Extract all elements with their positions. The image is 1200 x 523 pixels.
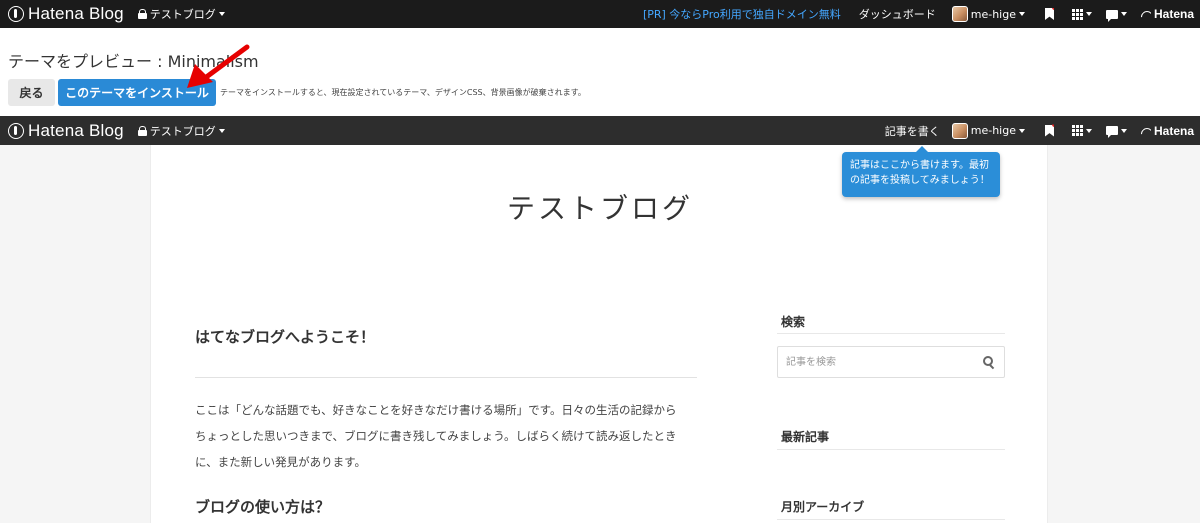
divider	[777, 449, 1005, 450]
preview-navbar: Hatena Blog テストブログ 記事を書く me-hige Hatena	[0, 116, 1200, 145]
search-box	[777, 346, 1005, 378]
hatena-label: Hatena	[1153, 7, 1194, 21]
hatena-blog-logo[interactable]: Hatena Blog	[0, 116, 124, 145]
notification-dot	[1051, 8, 1054, 10]
chevron-down-icon	[1018, 12, 1025, 16]
blog-selector-label: テストブログ	[149, 124, 216, 138]
entry-title[interactable]: はてなブログへようこそ！	[195, 326, 375, 347]
sidebar-archive-heading: 月別アーカイブ	[781, 500, 865, 514]
top-navbar: Hatena Blog テストブログ [PR] 今ならPro利用で独自ドメイン無…	[0, 0, 1200, 28]
divider	[777, 519, 1005, 520]
chevron-down-icon	[1018, 128, 1025, 133]
apps-grid-icon	[1071, 125, 1083, 136]
hatena-wave-icon	[1141, 10, 1151, 18]
hatena-blog-logo[interactable]: Hatena Blog	[0, 0, 124, 28]
notification-dot	[1051, 124, 1054, 127]
entry-line: ここは「どんな話題でも、好きなことを好きなだけ書ける場所」です。日々の生活の記録…	[195, 403, 677, 417]
avatar	[951, 6, 968, 22]
install-warning-text: テーマをインストールすると、現在設定されているテーマ、デザインCSS、背景画像が…	[220, 88, 586, 97]
search-input[interactable]	[786, 354, 976, 370]
chevron-down-icon	[218, 128, 225, 133]
blog-selector-label: テストブログ	[149, 8, 216, 21]
tooltip-line: の記事を投稿してみましょう！	[850, 175, 990, 186]
message-icon	[1105, 126, 1118, 138]
chevron-down-icon	[1085, 12, 1092, 16]
pro-promo-link[interactable]: [PR] 今ならPro利用で独自ドメイン無料	[643, 6, 841, 22]
back-button[interactable]: 戻る	[8, 79, 55, 106]
user-menu[interactable]: me-hige	[951, 122, 1025, 139]
hatena-label: Hatena	[1153, 123, 1194, 138]
blog-selector[interactable]: テストブログ	[137, 6, 225, 22]
divider	[195, 377, 697, 378]
dashboard-link[interactable]: ダッシュボード	[859, 6, 936, 22]
entry-line: ちょっとした思いつきまで、ブログに書き残してみましょう。しばらく続けて読み返した…	[195, 429, 677, 443]
messages-menu[interactable]	[1105, 126, 1127, 138]
write-hint-tooltip: 記事はここから書けます。最初 の記事を投稿してみましょう！	[842, 146, 1000, 197]
bookmark-icon[interactable]	[1044, 124, 1054, 137]
user-name: me-hige	[970, 7, 1016, 21]
chevron-down-icon	[218, 12, 225, 16]
messages-menu[interactable]	[1105, 9, 1127, 22]
user-name: me-hige	[970, 124, 1016, 137]
entry-line: に、また新しい発見があります。	[195, 455, 367, 469]
divider	[777, 333, 1005, 334]
hatena-logo-icon	[8, 122, 24, 139]
search-icon[interactable]	[983, 356, 994, 367]
user-menu[interactable]: me-hige	[951, 6, 1025, 22]
chevron-down-icon	[1085, 128, 1092, 133]
blog-selector[interactable]: テストブログ	[137, 123, 225, 139]
entry-body: ここは「どんな話題でも、好きなことを好きなだけ書ける場所」です。日々の生活の記録…	[195, 397, 700, 475]
red-arrow-annotation	[187, 44, 250, 88]
tooltip-line: 記事はここから書けます。最初	[850, 160, 989, 171]
sidebar-search-heading: 検索	[781, 315, 806, 329]
apps-grid-icon	[1071, 8, 1083, 20]
chevron-down-icon	[1120, 12, 1127, 16]
write-article-link[interactable]: 記事を書く	[885, 123, 940, 139]
logo-text: Hatena Blog	[28, 4, 124, 23]
hatena-link[interactable]: Hatena	[1141, 124, 1194, 138]
sidebar-recent-heading: 最新記事	[781, 430, 830, 444]
entry-heading: ブログの使い方は？	[195, 498, 331, 516]
apps-menu[interactable]	[1071, 125, 1092, 136]
hatena-wave-icon	[1141, 127, 1151, 135]
logo-text: Hatena Blog	[28, 120, 124, 140]
message-icon	[1105, 9, 1118, 22]
hatena-link[interactable]: Hatena	[1141, 7, 1194, 21]
avatar	[951, 122, 968, 139]
bookmark-icon[interactable]	[1044, 8, 1054, 20]
lock-icon	[137, 125, 147, 136]
hatena-logo-icon	[8, 6, 24, 22]
lock-icon	[137, 9, 147, 19]
chevron-down-icon	[1120, 128, 1127, 133]
apps-menu[interactable]	[1071, 8, 1092, 20]
